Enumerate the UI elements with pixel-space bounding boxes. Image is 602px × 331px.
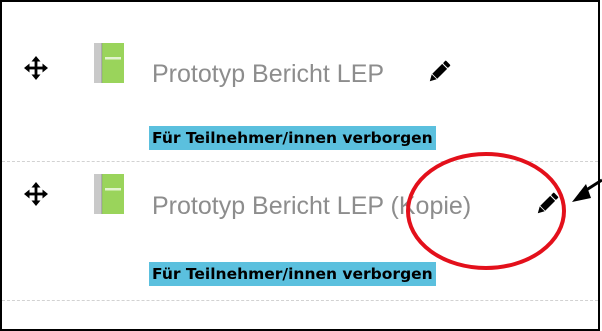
activity-row: Prototyp Bericht LEP Für Teilnehmer/inne…: [2, 2, 598, 164]
activity-divider: [2, 300, 598, 301]
pencil-icon[interactable]: [427, 60, 451, 84]
move-icon[interactable]: [24, 56, 48, 80]
pencil-icon[interactable]: [535, 192, 559, 216]
book-icon: [94, 43, 124, 83]
activity-title-link[interactable]: Prototyp Bericht LEP: [152, 59, 384, 89]
course-section-frame: Prototyp Bericht LEP Für Teilnehmer/inne…: [0, 0, 600, 331]
activity-divider: [2, 161, 598, 162]
move-icon[interactable]: [24, 182, 48, 206]
activity-title-link[interactable]: Prototyp Bericht LEP (Kopie): [152, 191, 471, 221]
hidden-from-students-badge: Für Teilnehmer/innen verborgen: [149, 126, 436, 150]
book-icon: [94, 174, 124, 214]
activity-row: Prototyp Bericht LEP (Kopie) Für Teilneh…: [2, 164, 598, 304]
hidden-from-students-badge: Für Teilnehmer/innen verborgen: [149, 262, 436, 286]
